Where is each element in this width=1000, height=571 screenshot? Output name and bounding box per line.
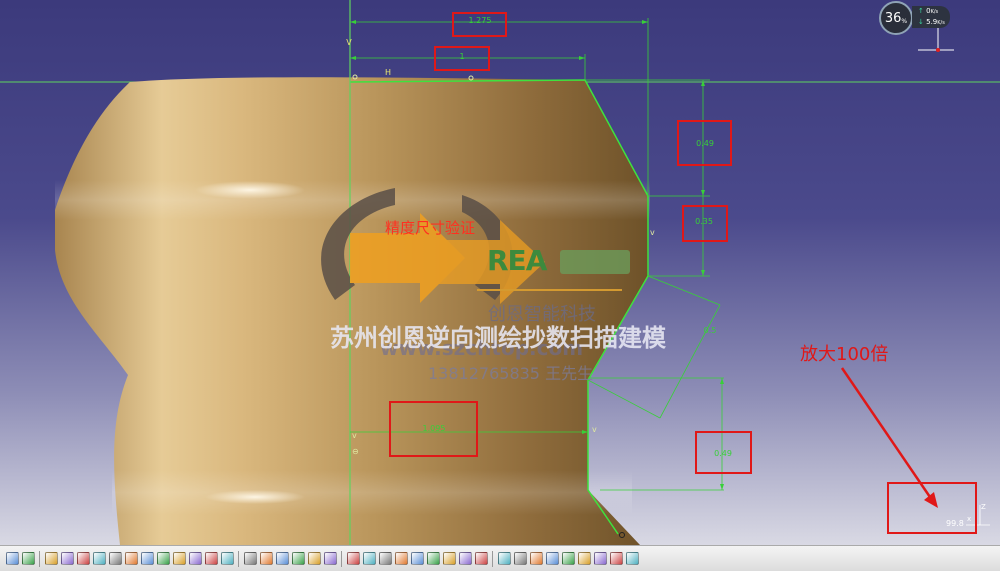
zoom-out-icon[interactable]: [124, 552, 138, 565]
animate-icon[interactable]: [323, 552, 337, 565]
3d-viewport[interactable]: v v v ⊖ 1.275 1 0.49 0.35 0.5 1.095 0.49…: [0, 0, 1000, 545]
rotate-icon[interactable]: [92, 552, 106, 565]
help-icon[interactable]: [21, 552, 35, 565]
edit-constraint-icon[interactable]: [291, 552, 305, 565]
toolbar-separator: [39, 550, 40, 567]
bottom-toolbar: [0, 545, 1000, 571]
scale-value: 99.8: [946, 519, 964, 528]
sketcher-icon[interactable]: [44, 552, 58, 565]
render-icon[interactable]: [220, 552, 234, 565]
specular-highlight-bottom: [205, 490, 305, 504]
highlight-box-lower-height: [695, 431, 752, 474]
trim-icon[interactable]: [458, 552, 472, 565]
upload-arrow-icon: ↑: [918, 7, 924, 15]
svg-text:v: v: [352, 431, 357, 440]
line-icon[interactable]: [362, 552, 376, 565]
zoom-in-icon[interactable]: [108, 552, 122, 565]
dimension-icon[interactable]: [561, 552, 575, 565]
zoom-annotation: 放大100倍: [800, 344, 889, 365]
measure-icon[interactable]: [625, 552, 639, 565]
spline-icon[interactable]: [410, 552, 424, 565]
pan-icon[interactable]: [76, 552, 90, 565]
chamfer-icon[interactable]: [442, 552, 456, 565]
constraint-icon[interactable]: [243, 552, 257, 565]
download-speed: 5.9: [926, 18, 938, 26]
geometry-icon[interactable]: [545, 552, 559, 565]
toolbar-separator: [341, 550, 342, 567]
update-icon[interactable]: [609, 552, 623, 565]
toolbar-separator: [492, 550, 493, 567]
highlight-box-height-mid: [682, 205, 728, 242]
axis-triad-marker: [918, 28, 954, 52]
dim-chamfer[interactable]: 0.5: [700, 326, 720, 335]
network-speed-widget: ↑ 0K/s ↓ 5.9K/s: [912, 6, 950, 28]
part-band-lower: [112, 470, 632, 515]
contact-icon[interactable]: [259, 552, 273, 565]
specular-highlight-top: [195, 181, 305, 199]
point-icon[interactable]: [378, 552, 392, 565]
watermark-underline: [477, 289, 622, 291]
grid-icon[interactable]: [497, 552, 511, 565]
highlight-box-top-width: [452, 12, 507, 37]
axis-z-label: Z: [981, 503, 986, 511]
watermark-accuracy-label: 精度尺寸验证: [385, 219, 476, 237]
highlight-box-inner-width: [434, 46, 490, 71]
axis-x-label: x: [967, 515, 972, 523]
view-mode-icon[interactable]: [172, 552, 186, 565]
construction-icon[interactable]: [529, 552, 543, 565]
upload-unit: K/s: [930, 9, 939, 15]
compass-unit: %: [901, 17, 908, 25]
iso-view-icon[interactable]: [156, 552, 170, 565]
download-arrow-icon: ↓: [918, 18, 924, 26]
watermark-banner: 苏州创恩逆向测绘抄数扫描建模: [330, 324, 666, 352]
profile-icon[interactable]: [346, 552, 360, 565]
fit-all-icon[interactable]: [60, 552, 74, 565]
exit-sketch-icon[interactable]: [593, 552, 607, 565]
compass-value: 36: [884, 10, 902, 26]
highlight-box-lower-width: [389, 401, 478, 457]
toolbar-separator: [238, 550, 239, 567]
corner-icon[interactable]: [426, 552, 440, 565]
swap-space-icon[interactable]: [204, 552, 218, 565]
svg-text:v: v: [592, 425, 597, 434]
compass-widget[interactable]: 36%: [879, 1, 913, 35]
auto-constraint-icon[interactable]: [307, 552, 321, 565]
normal-view-icon[interactable]: [140, 552, 154, 565]
mirror-icon[interactable]: [474, 552, 488, 565]
watermark-logo-tail: [560, 250, 630, 274]
analysis-icon[interactable]: [577, 552, 591, 565]
snap-icon[interactable]: [513, 552, 527, 565]
highlight-box-height-upper: [677, 120, 732, 166]
watermark-phone: 13812765835 王先生: [428, 364, 594, 383]
download-unit: K/s: [937, 20, 945, 26]
select-icon[interactable]: [5, 552, 19, 565]
svg-text:⊖: ⊖: [352, 447, 359, 456]
svg-text:v: v: [650, 228, 655, 237]
hide-show-icon[interactable]: [188, 552, 202, 565]
v-axis-label: V: [346, 38, 352, 47]
circle-icon[interactable]: [394, 552, 408, 565]
watermark-brand-logo: REA: [487, 244, 547, 277]
h-axis-label: H: [384, 68, 391, 77]
fix-icon[interactable]: [275, 552, 289, 565]
